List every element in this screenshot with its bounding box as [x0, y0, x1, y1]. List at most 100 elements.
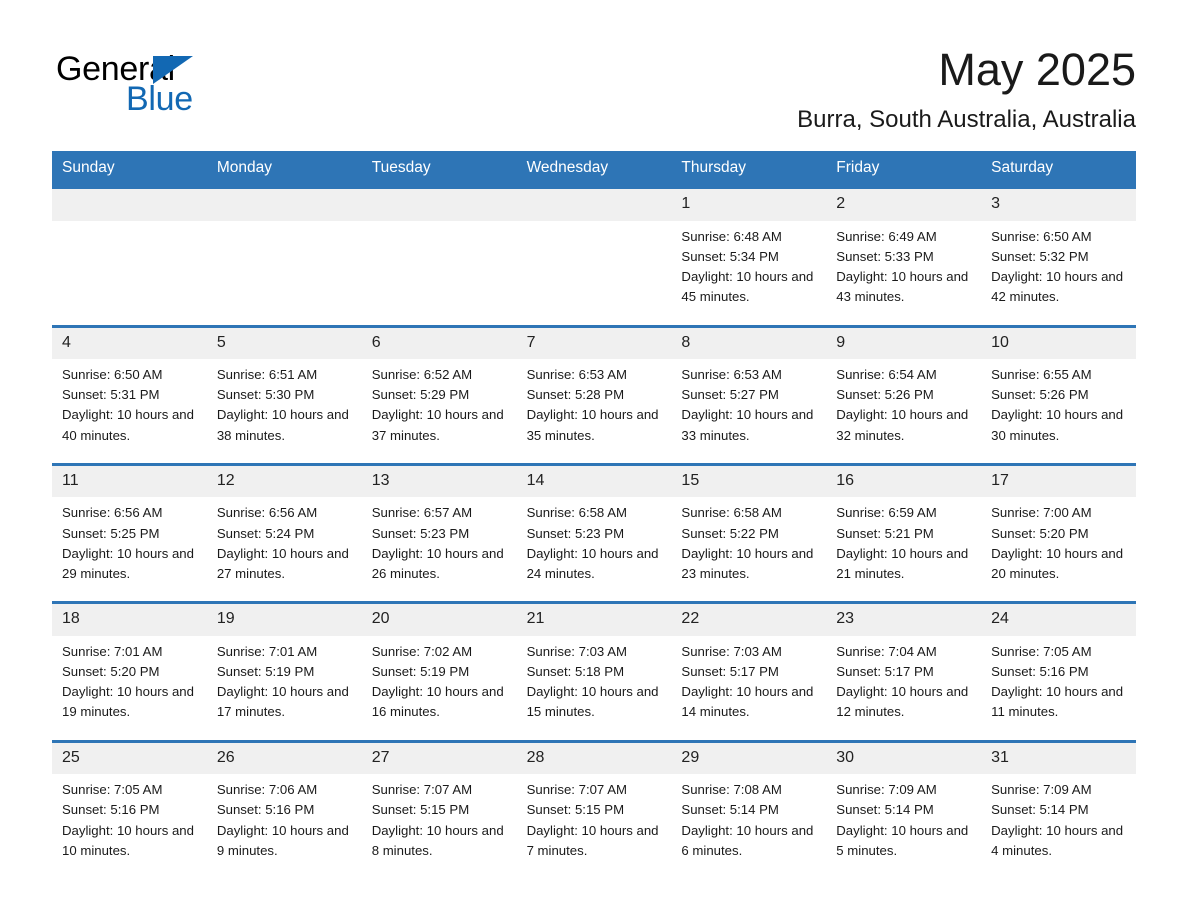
week-day-details: Sunrise: 7:01 AM Sunset: 5:20 PM Dayligh…	[52, 635, 1136, 740]
day-detail: Sunrise: 6:54 AM Sunset: 5:26 PM Dayligh…	[836, 367, 969, 443]
day-detail: Sunrise: 6:49 AM Sunset: 5:33 PM Dayligh…	[836, 228, 969, 305]
day-detail: Sunrise: 6:58 AM Sunset: 5:22 PM Dayligh…	[681, 505, 814, 581]
day-detail: Sunrise: 7:00 AM Sunset: 5:20 PM Dayligh…	[991, 505, 1124, 581]
day-detail	[52, 221, 207, 325]
day-detail: Sunrise: 6:52 AM Sunset: 5:29 PM Dayligh…	[371, 367, 504, 443]
calendar-week-row: 4 5 6 7 8 9 10 Sunrise: 6:50 AM Sunset: …	[52, 324, 1136, 464]
day-number[interactable]	[362, 189, 517, 220]
week-day-details: Sunrise: 6:48 AM Sunset: 5:34 PM Dayligh…	[52, 220, 1136, 325]
day-number[interactable]: 28	[517, 743, 672, 774]
day-detail: Sunrise: 6:53 AM Sunset: 5:27 PM Dayligh…	[681, 367, 814, 443]
day-detail: Sunrise: 7:01 AM Sunset: 5:20 PM Dayligh…	[62, 643, 194, 720]
day-detail: Sunrise: 7:09 AM Sunset: 5:14 PM Dayligh…	[836, 782, 969, 858]
week-day-details: Sunrise: 6:50 AM Sunset: 5:31 PM Dayligh…	[52, 359, 1136, 464]
weekday-header-tuesday: Tuesday	[371, 158, 431, 176]
weekday-header-monday: Monday	[216, 158, 272, 176]
day-number[interactable]: 7	[517, 328, 672, 359]
weekday-header-row: Sunday Monday Tuesday Wednesday Thursday…	[52, 150, 1136, 187]
day-detail: Sunrise: 7:07 AM Sunset: 5:15 PM Dayligh…	[371, 782, 504, 858]
logo-text-blue: Blue	[126, 80, 193, 118]
weekday-header-friday: Friday	[836, 158, 880, 176]
day-number[interactable]: 2	[826, 189, 981, 220]
day-number[interactable]: 16	[826, 466, 981, 497]
general-blue-logo[interactable]: General Blue	[56, 44, 286, 116]
week-day-numbers: 25 26 27 28 29 30 31	[52, 742, 1136, 775]
calendar-week-row: 11 12 13 14 15 16 17 Sunrise: 6:56 AM Su…	[52, 463, 1136, 602]
day-detail: Sunrise: 7:09 AM Sunset: 5:14 PM Dayligh…	[991, 782, 1124, 858]
calendar-week-row: 18 19 20 21 22 23 24 Sunrise: 7:01 AM Su…	[52, 601, 1136, 740]
day-detail: Sunrise: 7:05 AM Sunset: 5:16 PM Dayligh…	[991, 643, 1124, 720]
day-number[interactable]	[517, 189, 672, 220]
calendar-table: Sunday Monday Tuesday Wednesday Thursday…	[52, 150, 1136, 879]
day-number[interactable]: 29	[671, 743, 826, 774]
week-day-details: Sunrise: 6:56 AM Sunset: 5:25 PM Dayligh…	[52, 497, 1136, 602]
day-number[interactable]: 17	[981, 466, 1136, 497]
day-number[interactable]: 10	[981, 328, 1136, 359]
day-number[interactable]: 1	[671, 189, 826, 220]
title-block: May 2025 Burra, South Australia, Austral…	[797, 44, 1136, 134]
day-detail: Sunrise: 6:56 AM Sunset: 5:24 PM Dayligh…	[216, 505, 349, 581]
day-number[interactable]: 23	[826, 604, 981, 635]
day-detail: Sunrise: 6:59 AM Sunset: 5:21 PM Dayligh…	[836, 505, 969, 581]
week-day-numbers: 4 5 6 7 8 9 10	[52, 327, 1136, 360]
weekday-header-sunday: Sunday	[62, 158, 115, 176]
day-number[interactable]: 12	[207, 466, 362, 497]
location-subtitle: Burra, South Australia, Australia	[797, 106, 1136, 134]
day-detail: Sunrise: 6:51 AM Sunset: 5:30 PM Dayligh…	[216, 367, 349, 443]
day-detail: Sunrise: 6:48 AM Sunset: 5:34 PM Dayligh…	[681, 228, 814, 305]
day-detail: Sunrise: 7:03 AM Sunset: 5:18 PM Dayligh…	[526, 643, 659, 720]
weekday-header-saturday: Saturday	[991, 158, 1054, 176]
day-detail: Sunrise: 6:58 AM Sunset: 5:23 PM Dayligh…	[526, 505, 659, 581]
day-number[interactable]: 19	[207, 604, 362, 635]
day-number[interactable]: 5	[207, 328, 362, 359]
page-header: General Blue May 2025 Burra, South Austr…	[0, 0, 1188, 134]
day-number[interactable]: 27	[362, 743, 517, 774]
day-number[interactable]: 3	[981, 189, 1136, 220]
day-detail: Sunrise: 7:04 AM Sunset: 5:17 PM Dayligh…	[836, 643, 969, 720]
week-day-numbers: 1 2 3	[52, 189, 1136, 221]
day-detail: Sunrise: 6:57 AM Sunset: 5:23 PM Dayligh…	[371, 505, 504, 581]
day-detail: Sunrise: 6:50 AM Sunset: 5:32 PM Dayligh…	[991, 228, 1124, 305]
day-number[interactable]: 25	[52, 743, 207, 774]
day-number[interactable]: 20	[362, 604, 517, 635]
page-title: May 2025	[938, 44, 1136, 95]
day-detail: Sunrise: 7:08 AM Sunset: 5:14 PM Dayligh…	[681, 782, 814, 858]
calendar-page: General Blue May 2025 Burra, South Austr…	[0, 0, 1188, 918]
day-detail: Sunrise: 6:56 AM Sunset: 5:25 PM Dayligh…	[62, 505, 194, 581]
day-number[interactable]: 22	[671, 604, 826, 635]
day-number[interactable]: 9	[826, 328, 981, 359]
day-number[interactable]: 24	[981, 604, 1136, 635]
day-number[interactable]: 31	[981, 743, 1136, 774]
day-number[interactable]: 15	[671, 466, 826, 497]
day-number[interactable]: 21	[517, 604, 672, 635]
day-detail: Sunrise: 7:03 AM Sunset: 5:17 PM Dayligh…	[681, 643, 814, 720]
day-detail: Sunrise: 6:55 AM Sunset: 5:26 PM Dayligh…	[991, 367, 1124, 443]
week-day-details: Sunrise: 7:05 AM Sunset: 5:16 PM Dayligh…	[52, 774, 1136, 879]
day-number[interactable]: 18	[52, 604, 207, 635]
day-detail: Sunrise: 6:53 AM Sunset: 5:28 PM Dayligh…	[526, 367, 659, 443]
day-number[interactable]: 4	[52, 328, 207, 359]
day-number[interactable]	[52, 189, 207, 220]
week-day-numbers: 18 19 20 21 22 23 24	[52, 604, 1136, 636]
day-detail	[362, 221, 517, 325]
day-detail: Sunrise: 7:06 AM Sunset: 5:16 PM Dayligh…	[216, 782, 349, 858]
day-number[interactable]: 6	[362, 328, 517, 359]
calendar-week-row: 25 26 27 28 29 30 31 Sunrise: 7:05 AM Su…	[52, 739, 1136, 879]
day-number[interactable]: 14	[517, 466, 672, 497]
day-number[interactable]: 8	[671, 328, 826, 359]
day-detail: Sunrise: 7:01 AM Sunset: 5:19 PM Dayligh…	[216, 643, 349, 720]
week-day-numbers: 11 12 13 14 15 16 17	[52, 466, 1136, 498]
day-number[interactable]: 11	[52, 466, 207, 497]
day-number[interactable]: 30	[826, 743, 981, 774]
day-number[interactable]	[207, 189, 362, 220]
day-detail	[517, 221, 672, 325]
day-number[interactable]: 13	[362, 466, 517, 497]
calendar-week-row: 1 2 3 Sunrise: 6:48 AM Sunset: 5:34 PM D…	[52, 186, 1136, 325]
day-detail: Sunrise: 7:07 AM Sunset: 5:15 PM Dayligh…	[526, 782, 659, 858]
day-detail: Sunrise: 7:02 AM Sunset: 5:19 PM Dayligh…	[371, 643, 504, 720]
day-detail	[207, 221, 362, 325]
day-detail: Sunrise: 7:05 AM Sunset: 5:16 PM Dayligh…	[62, 782, 194, 858]
day-detail: Sunrise: 6:50 AM Sunset: 5:31 PM Dayligh…	[62, 367, 194, 443]
day-number[interactable]: 26	[207, 743, 362, 774]
weekday-header-thursday: Thursday	[681, 158, 747, 176]
